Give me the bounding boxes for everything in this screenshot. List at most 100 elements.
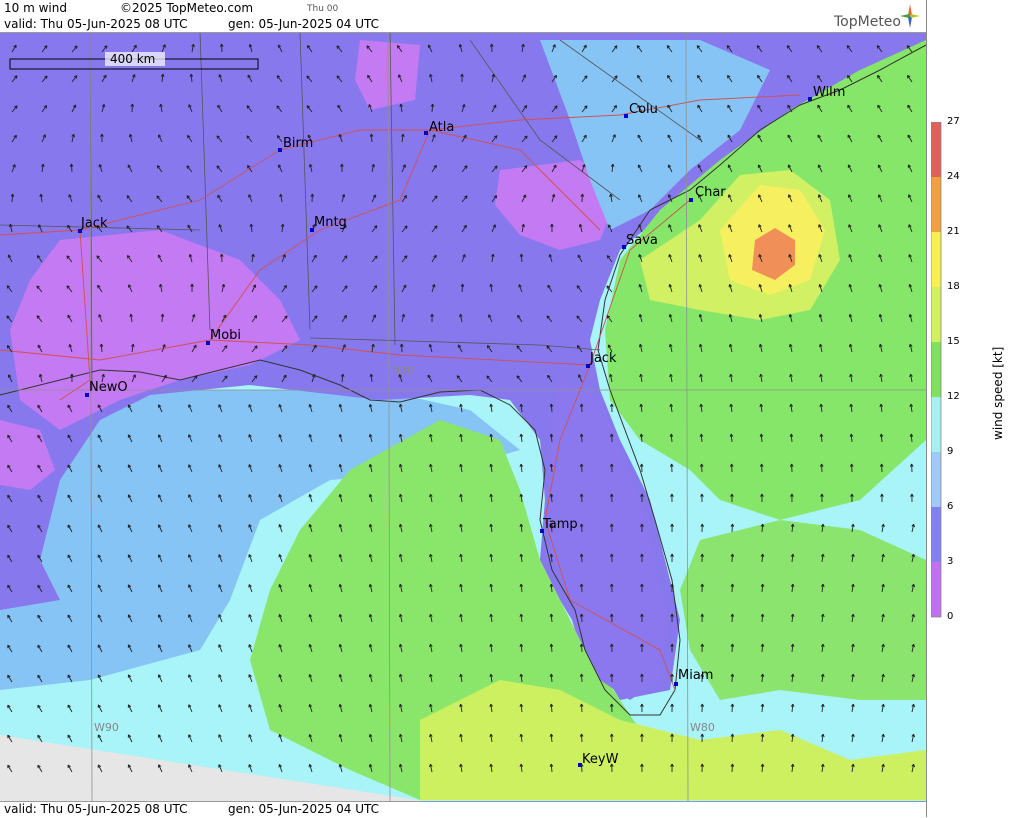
wind-arrow-head	[99, 164, 100, 167]
wind-arrow-head	[157, 196, 158, 199]
wind-arrow-head	[819, 255, 820, 258]
wind-arrow-head	[187, 166, 188, 169]
wind-arrow-head	[69, 344, 70, 347]
wind-arrow-head	[127, 226, 128, 229]
wind-arrow-head	[189, 254, 190, 257]
wind-arrow-head	[309, 584, 310, 587]
wind-arrow-head	[279, 764, 280, 767]
wind-arrow-head	[279, 734, 280, 737]
wind-arrow-head	[309, 704, 310, 707]
gen-time: gen: 05-Jun-2025 04 UTC	[228, 17, 379, 31]
wind-arrow-head	[279, 584, 280, 587]
wind-arrow-head	[699, 255, 700, 258]
wind-arrow-head	[279, 464, 280, 467]
city-mntg[interactable]: Mntg	[310, 215, 347, 232]
wind-arrow-head	[279, 674, 280, 677]
wind-arrow-head	[277, 106, 278, 109]
legend-tick-6: 6	[947, 501, 953, 512]
city-wilm[interactable]: Wilm	[808, 85, 845, 101]
legend-tick-18: 18	[947, 281, 960, 292]
legend-tick-24: 24	[947, 171, 960, 182]
wind-arrow-head	[789, 284, 790, 287]
city-birm[interactable]: Birm	[278, 136, 313, 152]
grid-label-w80: W80	[690, 721, 715, 734]
wind-arrow-head	[217, 166, 218, 169]
wind-arrow-head	[879, 284, 880, 287]
wind-arrow-head	[219, 224, 220, 227]
wind-arrow-head	[247, 106, 248, 109]
topmeteo-logo[interactable]: TopMeteo	[834, 14, 901, 30]
run-label: Thu 00	[307, 4, 338, 14]
compass-logo-icon	[900, 4, 920, 28]
wind-arrow-head	[309, 464, 310, 467]
svg-text:Jack: Jack	[80, 216, 108, 231]
wind-arrow-head	[219, 74, 220, 77]
city-atla[interactable]: Atla	[424, 120, 454, 135]
svg-text:Miam: Miam	[678, 668, 713, 683]
city-jack-fl[interactable]: Jack	[586, 351, 617, 368]
wind-arrow-head	[309, 734, 310, 737]
wind-arrow-head	[279, 704, 280, 707]
valid-time: valid: Thu 05-Jun-2025 08 UTC	[4, 17, 188, 31]
footer-valid-time: valid: Thu 05-Jun-2025 08 UTC	[4, 802, 188, 816]
wind-arrow-head	[309, 494, 310, 497]
wind-arrow-head	[819, 284, 820, 287]
copyright: ©2025 TopMeteo.com	[120, 1, 253, 15]
wind-arrow-head	[879, 255, 880, 258]
city-jack-ms[interactable]: Jack	[78, 216, 108, 233]
wind-arrow-head	[309, 614, 310, 617]
wind-arrow-head	[247, 136, 248, 139]
wind-arrow-head	[729, 255, 730, 258]
wind-arrow-head	[127, 196, 128, 199]
wind-arrow-head	[517, 376, 518, 379]
city-mobi[interactable]: Mobi	[206, 328, 241, 345]
legend: 27 24 21 18 15 12 9 6 3 0 wind speed [kt…	[926, 0, 1017, 817]
wind-arrow-head	[249, 44, 250, 47]
wind-arrow-head	[339, 134, 340, 137]
wind-arrow-head	[307, 76, 308, 79]
city-keyw[interactable]: KeyW	[578, 752, 619, 767]
wind-map[interactable]: N30 W90 W80 400 km Birm Atla Colu Wilm J…	[0, 0, 926, 817]
wind-arrow-head	[67, 256, 68, 259]
legend-tick-15: 15	[947, 336, 960, 347]
legend-title: wind speed [kt]	[991, 347, 1005, 440]
city-sava[interactable]: Sava	[622, 233, 658, 249]
wind-arrow-head	[309, 644, 310, 647]
legend-tick-3: 3	[947, 556, 953, 567]
wind-arrow-head	[217, 136, 218, 139]
wind-arrow-head	[909, 284, 910, 287]
svg-text:Mntg: Mntg	[314, 215, 347, 230]
wind-arrow-head	[547, 346, 548, 349]
svg-text:Sava: Sava	[626, 233, 658, 248]
wind-zone-atlantic-light	[680, 520, 926, 700]
city-tamp[interactable]: Tamp	[540, 517, 578, 533]
wind-arrow-head	[309, 524, 310, 527]
map-frame: N30 W90 W80 400 km Birm Atla Colu Wilm J…	[0, 0, 926, 817]
wind-arrow-head	[399, 374, 400, 377]
wind-arrow-head	[669, 255, 670, 258]
wind-arrow-head	[759, 284, 760, 287]
wind-arrow-head	[279, 524, 280, 527]
wind-arrow-head	[279, 644, 280, 647]
svg-text:Jack: Jack	[589, 351, 617, 366]
wind-arrow-head	[309, 674, 310, 677]
svg-text:Atla: Atla	[429, 120, 454, 135]
svg-text:Colu: Colu	[629, 102, 658, 117]
wind-arrow-head	[37, 286, 38, 289]
wind-arrow-head	[849, 284, 850, 287]
header-bar: 10 m wind ©2025 TopMeteo.com Thu 00 vali…	[0, 0, 926, 33]
city-colu[interactable]: Colu	[624, 102, 658, 118]
legend-colorbar	[931, 122, 943, 618]
wind-arrow-head	[307, 106, 308, 109]
grid-label-n30: N30	[392, 364, 414, 377]
wind-arrow-head	[279, 494, 280, 497]
svg-text:KeyW: KeyW	[582, 752, 619, 767]
wind-arrow-head	[279, 404, 280, 407]
city-char[interactable]: Char	[689, 185, 726, 202]
city-newo[interactable]: NewO	[85, 380, 128, 397]
wind-arrow-head	[909, 255, 910, 258]
legend-tick-12: 12	[947, 391, 960, 402]
svg-text:Wilm: Wilm	[813, 85, 845, 100]
wind-arrow-head	[849, 255, 850, 258]
legend-tick-21: 21	[947, 226, 960, 237]
